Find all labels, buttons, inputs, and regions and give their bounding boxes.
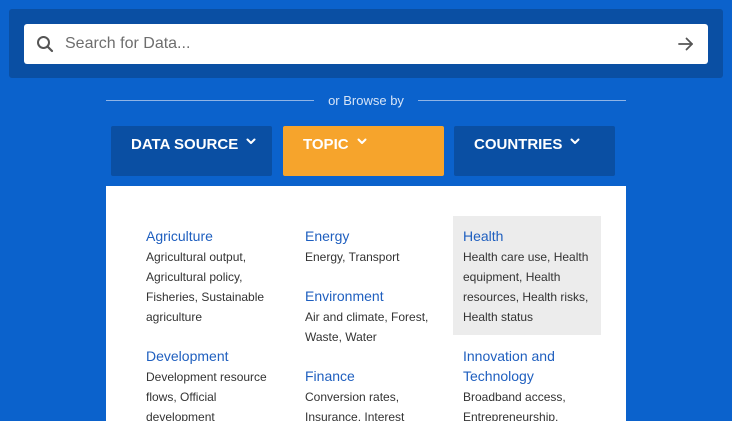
topic-item-agriculture[interactable]: Agriculture Agricultural output, Agricul… bbox=[146, 226, 286, 327]
chevron-down-icon bbox=[570, 138, 580, 146]
topic-title[interactable]: Health bbox=[463, 226, 595, 246]
topic-title[interactable]: Innovation and Technology bbox=[463, 346, 595, 386]
tab-label: DATA SOURCE bbox=[131, 136, 239, 153]
topic-title[interactable]: Agriculture bbox=[146, 226, 286, 246]
topic-subtitle: Development resource flows, Official dev… bbox=[146, 370, 267, 421]
topic-subtitle: Air and climate, Forest, Waste, Water bbox=[305, 310, 429, 344]
topic-dropdown-panel: Agriculture Agricultural output, Agricul… bbox=[106, 186, 626, 421]
arrow-right-icon[interactable] bbox=[666, 24, 706, 64]
topic-title[interactable]: Development bbox=[146, 346, 286, 366]
divider-line-left bbox=[106, 99, 315, 101]
browse-divider: or Browse by bbox=[106, 90, 626, 110]
chevron-down-icon bbox=[357, 138, 367, 146]
topic-subtitle: Conversion rates, Insurance, Interest bbox=[305, 390, 405, 421]
topic-title[interactable]: Finance bbox=[305, 366, 445, 386]
topic-subtitle: Energy, Transport bbox=[305, 250, 400, 264]
topic-subtitle: Broadband access, Entrepreneurship, bbox=[463, 390, 566, 421]
search-box bbox=[24, 24, 708, 64]
divider-line-right bbox=[417, 99, 626, 101]
search-icon bbox=[25, 24, 65, 64]
topic-item-development[interactable]: Development Development resource flows, … bbox=[146, 346, 286, 421]
topic-item-innovation-technology[interactable]: Innovation and Technology Broadband acce… bbox=[463, 346, 595, 421]
topic-item-energy[interactable]: Energy Energy, Transport bbox=[305, 226, 445, 267]
tab-topic[interactable]: TOPIC bbox=[283, 126, 444, 176]
topic-title[interactable]: Energy bbox=[305, 226, 445, 246]
tab-label: TOPIC bbox=[303, 136, 349, 153]
browse-by-label: or Browse by bbox=[328, 92, 404, 108]
tab-label: COUNTRIES bbox=[474, 136, 563, 153]
topic-subtitle: Agricultural output, Agricultural policy… bbox=[146, 250, 265, 324]
topic-item-health[interactable]: Health Health care use, Health equipment… bbox=[463, 226, 595, 327]
tab-countries[interactable]: COUNTRIES bbox=[454, 126, 615, 176]
search-bar-container bbox=[9, 9, 723, 78]
chevron-down-icon bbox=[246, 138, 256, 146]
topic-item-environment[interactable]: Environment Air and climate, Forest, Was… bbox=[305, 286, 445, 347]
topic-item-finance[interactable]: Finance Conversion rates, Insurance, Int… bbox=[305, 366, 445, 421]
search-input[interactable] bbox=[65, 24, 666, 64]
topic-title[interactable]: Environment bbox=[305, 286, 445, 306]
tab-data-source[interactable]: DATA SOURCE bbox=[111, 126, 272, 176]
topic-subtitle: Health care use, Health equipment, Healt… bbox=[463, 250, 589, 324]
